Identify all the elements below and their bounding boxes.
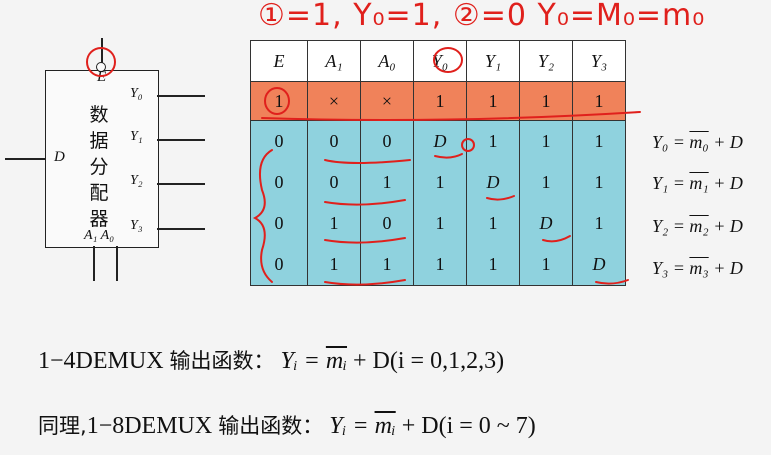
block-label: 数 据 分 配 器 <box>88 102 110 232</box>
table-cell: 0 <box>360 120 414 162</box>
table-cell: D <box>572 244 626 286</box>
table-row-disabled: 1 × × 1 1 1 1 <box>250 81 626 121</box>
equation-y0: Y₀ = m₀ + D <box>652 132 743 152</box>
table-row: 0 0 1 1 D 1 1 <box>250 162 626 203</box>
table-row: 0 0 0 D 1 1 1 <box>250 120 626 162</box>
table-row: 0 1 1 1 1 1 D <box>250 244 626 286</box>
data-pin-label: D <box>54 149 65 165</box>
output-label-y2: Y₂ <box>130 173 143 188</box>
formula-1-8-demux: 同理,1−8DEMUX 输出函数： Yᵢ = mᵢ + D(i = 0 ~ 7) <box>38 413 536 439</box>
table-cell: 0 <box>250 203 308 244</box>
table-cell: 1 <box>572 203 626 244</box>
table-header-cell: A₀ <box>360 40 414 82</box>
block-label-char: 分 <box>89 156 109 178</box>
address-pin-line-a0 <box>116 246 118 281</box>
table-cell: 1 <box>466 244 520 286</box>
table-header-cell: Y₀ <box>413 40 467 82</box>
truth-table: E A₁ A₀ Y₀ Y₁ Y₂ Y₃ 1 × × 1 1 1 1 0 0 0 … <box>250 40 626 286</box>
table-cell: 1 <box>519 81 573 121</box>
table-cell: D <box>413 120 467 162</box>
output-line-y3 <box>157 228 205 230</box>
enable-pin-line <box>101 38 103 65</box>
output-line-y1 <box>157 139 205 141</box>
block-label-char: 据 <box>89 130 109 152</box>
table-cell: 0 <box>307 162 361 203</box>
table-cell: D <box>466 162 520 203</box>
table-header-cell: Y₂ <box>519 40 573 82</box>
handwritten-annotation: ①=1, Y₀=1, ②=0 Y₀=M₀=m₀ <box>258 0 706 33</box>
table-cell: 1 <box>572 162 626 203</box>
table-header-cell: Y₁ <box>466 40 520 82</box>
address-pin-line-a1 <box>93 246 95 281</box>
table-cell: 1 <box>307 244 361 286</box>
table-cell: 1 <box>572 81 626 121</box>
table-cell: × <box>307 81 361 121</box>
table-header-row: E A₁ A₀ Y₀ Y₁ Y₂ Y₃ <box>250 40 626 82</box>
formula-1-4-demux: 1−4DEMUX 输出函数： Yᵢ = mᵢ + D(i = 0,1,2,3) <box>38 348 505 374</box>
table-cell: 1 <box>360 162 414 203</box>
table-cell: 1 <box>360 244 414 286</box>
table-cell: 1 <box>250 81 308 121</box>
block-label-char: 数 <box>89 104 109 126</box>
table-cell: 0 <box>307 120 361 162</box>
table-cell: 1 <box>307 203 361 244</box>
table-cell: 1 <box>466 203 520 244</box>
equation-y1: Y₁ = m₁ + D <box>652 173 743 193</box>
output-line-y2 <box>157 183 205 185</box>
table-cell: 1 <box>413 203 467 244</box>
block-label-char: 配 <box>89 182 109 204</box>
table-cell: 0 <box>250 120 308 162</box>
table-cell: D <box>519 203 573 244</box>
table-cell: 0 <box>360 203 414 244</box>
equation-y2: Y₂ = m₂ + D <box>652 216 743 236</box>
table-cell: 0 <box>250 244 308 286</box>
table-row: 0 1 0 1 1 D 1 <box>250 203 626 244</box>
table-cell: 1 <box>466 81 520 121</box>
table-header-cell: A₁ <box>307 40 361 82</box>
table-header-cell: E <box>250 40 308 82</box>
equation-y3: Y₃ = m₃ + D <box>652 258 743 278</box>
table-cell: 1 <box>519 120 573 162</box>
table-cell: × <box>360 81 414 121</box>
output-line-y0 <box>157 95 205 97</box>
table-cell: 1 <box>519 162 573 203</box>
enable-pin-label: E <box>97 69 107 85</box>
table-header-cell: Y₃ <box>572 40 626 82</box>
table-cell: 1 <box>413 162 467 203</box>
data-pin-line <box>5 158 45 160</box>
table-cell: 1 <box>572 120 626 162</box>
table-cell: 1 <box>413 81 467 121</box>
table-cell: 1 <box>466 120 520 162</box>
table-cell: 0 <box>250 162 308 203</box>
output-label-y1: Y₁ <box>130 129 143 144</box>
address-pin-labels: A₁ A₀ <box>84 228 115 243</box>
output-label-y3: Y₃ <box>130 218 143 233</box>
table-cell: 1 <box>519 244 573 286</box>
output-label-y0: Y₀ <box>130 86 143 101</box>
table-cell: 1 <box>413 244 467 286</box>
